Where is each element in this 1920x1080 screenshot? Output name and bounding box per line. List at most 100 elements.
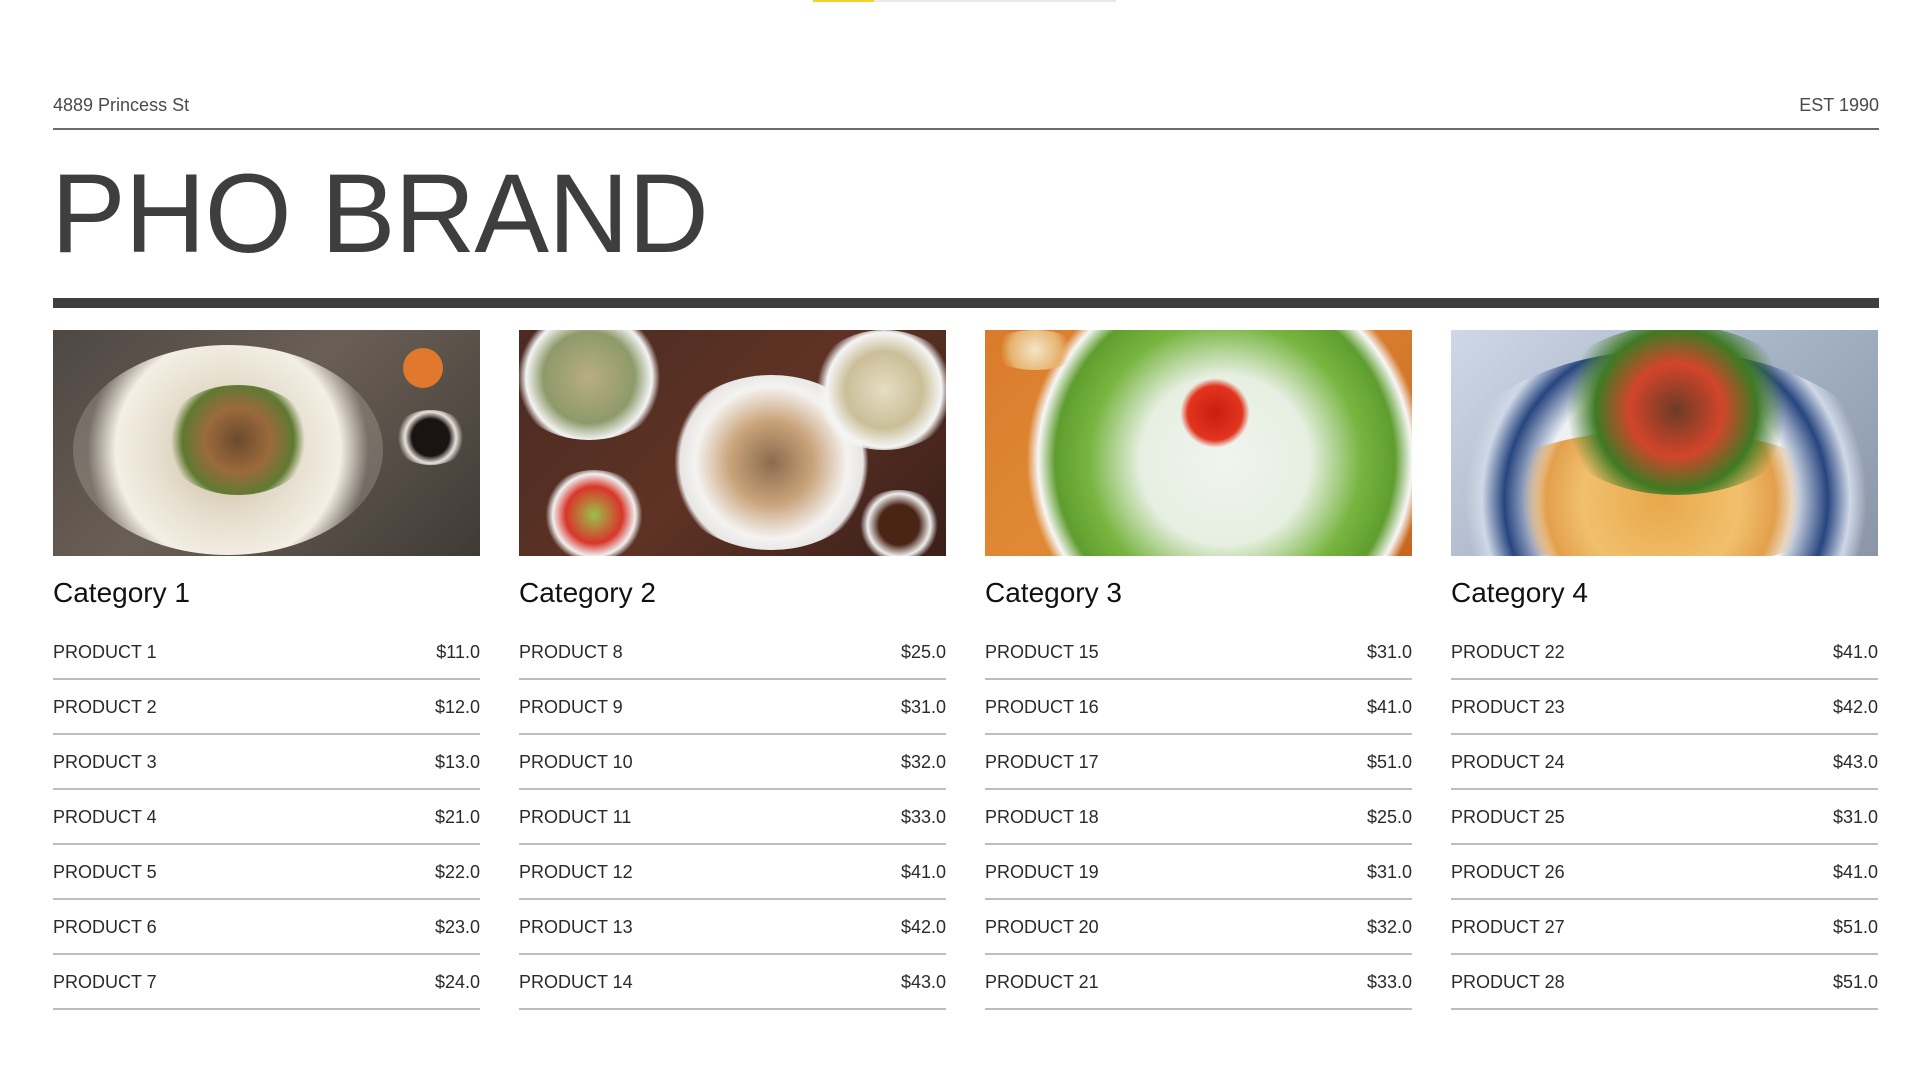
product-price: $51.0: [1832, 972, 1878, 992]
product-name: PRODUCT 19: [985, 862, 1099, 882]
product-row: PRODUCT 16 $41.0: [985, 680, 1412, 735]
product-name: PRODUCT 8: [519, 642, 623, 662]
product-name: PRODUCT 13: [519, 917, 633, 937]
category-photo: [53, 330, 480, 556]
product-price: $42.0: [900, 917, 946, 937]
product-name: PRODUCT 22: [1451, 642, 1565, 662]
product-row: PRODUCT 5 $22.0: [53, 845, 480, 900]
slide-progress-bar: [813, 0, 1116, 2]
product-price: $41.0: [1832, 862, 1878, 882]
product-name: PRODUCT 17: [985, 752, 1099, 772]
product-name: PRODUCT 4: [53, 807, 157, 827]
product-row: PRODUCT 4 $21.0: [53, 790, 480, 845]
product-row: PRODUCT 22 $41.0: [1451, 625, 1878, 680]
product-row: PRODUCT 28 $51.0: [1451, 955, 1878, 1010]
product-price: $41.0: [1366, 697, 1412, 717]
product-name: PRODUCT 9: [519, 697, 623, 717]
product-name: PRODUCT 14: [519, 972, 633, 992]
product-row: PRODUCT 17 $51.0: [985, 735, 1412, 790]
product-price: $43.0: [900, 972, 946, 992]
product-price: $41.0: [900, 862, 946, 882]
product-price: $41.0: [1832, 642, 1878, 662]
category-photo: [985, 330, 1412, 556]
product-row: PRODUCT 11 $33.0: [519, 790, 946, 845]
product-list: PRODUCT 15 $31.0 PRODUCT 16 $41.0 PRODUCT …: [985, 625, 1412, 1010]
product-row: PRODUCT 24 $43.0: [1451, 735, 1878, 790]
product-name: PRODUCT 15: [985, 642, 1099, 662]
product-list: PRODUCT 8 $25.0 PRODUCT 9 $31.0 PRODUCT 10…: [519, 625, 946, 1010]
product-list: PRODUCT 22 $41.0 PRODUCT 23 $42.0 PRODUCT …: [1451, 625, 1878, 1010]
product-price: $25.0: [1366, 807, 1412, 827]
category-title: Category 1: [53, 577, 190, 608]
product-name: PRODUCT 12: [519, 862, 633, 882]
product-price: $51.0: [1366, 752, 1412, 772]
product-price: $31.0: [1366, 642, 1412, 662]
product-price: $32.0: [900, 752, 946, 772]
menu-grid: Category 1 PRODUCT 1 $11.0 PRODUCT 2 $12.0…: [53, 330, 1879, 1010]
product-price: $33.0: [900, 807, 946, 827]
product-name: PRODUCT 25: [1451, 807, 1565, 827]
product-name: PRODUCT 18: [985, 807, 1099, 827]
category-photo: [1451, 330, 1878, 556]
product-price: $22.0: [434, 862, 480, 882]
product-name: PRODUCT 16: [985, 697, 1099, 717]
product-name: PRODUCT 5: [53, 862, 157, 882]
product-name: PRODUCT 20: [985, 917, 1099, 937]
category-column: Category 2 PRODUCT 8 $25.0 PRODUCT 9 $31.0…: [519, 330, 946, 1010]
slide-progress-fill: [813, 0, 874, 2]
product-name: PRODUCT 27: [1451, 917, 1565, 937]
product-price: $32.0: [1366, 917, 1412, 937]
product-price: $33.0: [1366, 972, 1412, 992]
product-name: PRODUCT 7: [53, 972, 157, 992]
product-price: $25.0: [900, 642, 946, 662]
product-name: PRODUCT 1: [53, 642, 157, 662]
established-text: EST 1990: [1799, 94, 1879, 115]
category-column: Category 3 PRODUCT 15 $31.0 PRODUCT 16 $41…: [985, 330, 1412, 1010]
product-price: $31.0: [900, 697, 946, 717]
product-list: PRODUCT 1 $11.0 PRODUCT 2 $12.0 PRODUCT 3 $…: [53, 625, 480, 1010]
product-row: PRODUCT 19 $31.0: [985, 845, 1412, 900]
product-row: PRODUCT 20 $32.0: [985, 900, 1412, 955]
category-column: Category 4 PRODUCT 22 $41.0 PRODUCT 23 $42…: [1451, 330, 1878, 1010]
product-name: PRODUCT 21: [985, 972, 1099, 992]
product-row: PRODUCT 26 $41.0: [1451, 845, 1878, 900]
product-name: PRODUCT 23: [1451, 697, 1565, 717]
product-price: $51.0: [1832, 917, 1878, 937]
product-name: PRODUCT 24: [1451, 752, 1565, 772]
product-price: $24.0: [434, 972, 480, 992]
product-price: $11.0: [436, 642, 480, 662]
product-price: $21.0: [434, 807, 480, 827]
address-text: 4889 Princess St: [53, 94, 190, 115]
product-row: PRODUCT 23 $42.0: [1451, 680, 1878, 735]
product-price: $43.0: [1832, 752, 1878, 772]
product-row: PRODUCT 6 $23.0: [53, 900, 480, 955]
product-row: PRODUCT 15 $31.0: [985, 625, 1412, 680]
category-title: Category 3: [985, 577, 1122, 608]
product-row: PRODUCT 27 $51.0: [1451, 900, 1878, 955]
product-row: PRODUCT 21 $33.0: [985, 955, 1412, 1010]
header-divider: [53, 128, 1879, 130]
header-row: 4889 Princess St EST 1990: [53, 93, 1879, 117]
product-row: PRODUCT 2 $12.0: [53, 680, 480, 735]
product-name: PRODUCT 6: [53, 917, 157, 937]
product-name: PRODUCT 3: [53, 752, 157, 772]
product-name: PRODUCT 10: [519, 752, 633, 772]
product-name: PRODUCT 28: [1451, 972, 1565, 992]
product-name: PRODUCT 2: [53, 697, 157, 717]
product-row: PRODUCT 1 $11.0: [53, 625, 480, 680]
product-row: PRODUCT 13 $42.0: [519, 900, 946, 955]
category-title: Category 2: [519, 577, 656, 608]
product-price: $23.0: [434, 917, 480, 937]
product-name: PRODUCT 26: [1451, 862, 1565, 882]
product-row: PRODUCT 8 $25.0: [519, 625, 946, 680]
product-price: $42.0: [1832, 697, 1878, 717]
brand-divider: [53, 298, 1879, 308]
product-row: PRODUCT 10 $32.0: [519, 735, 946, 790]
product-row: PRODUCT 7 $24.0: [53, 955, 480, 1010]
product-row: PRODUCT 12 $41.0: [519, 845, 946, 900]
product-price: $13.0: [434, 752, 480, 772]
product-row: PRODUCT 9 $31.0: [519, 680, 946, 735]
category-column: Category 1 PRODUCT 1 $11.0 PRODUCT 2 $12.0…: [53, 330, 480, 1010]
product-row: PRODUCT 18 $25.0: [985, 790, 1412, 845]
product-price: $31.0: [1366, 862, 1412, 882]
